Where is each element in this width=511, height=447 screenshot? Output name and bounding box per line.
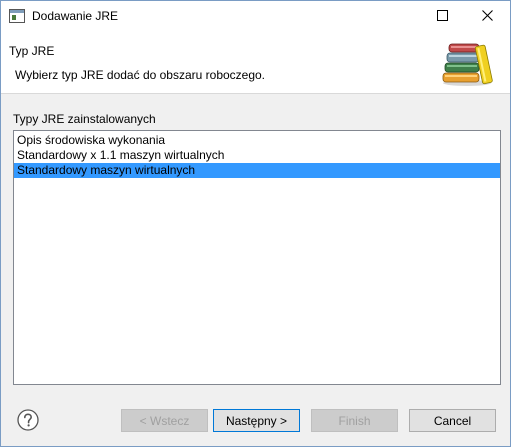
help-icon[interactable] (17, 409, 39, 431)
window-app-icon (9, 9, 25, 23)
back-button[interactable]: < Wstecz (121, 409, 208, 432)
maximize-icon (437, 10, 448, 21)
jre-types-list[interactable]: Opis środowiska wykonania Standardowy x … (13, 130, 501, 385)
window-title: Dodawanie JRE (32, 9, 119, 23)
close-button[interactable] (466, 1, 510, 31)
finish-button[interactable]: Finish (311, 409, 398, 432)
list-item[interactable]: Standardowy x 1.1 maszyn wirtualnych (14, 148, 500, 163)
next-button[interactable]: Następny > (213, 409, 300, 432)
wizard-header: Typ JRE Wybierz typ JRE dodać do obszaru… (1, 31, 510, 94)
library-books-icon (442, 43, 493, 86)
list-item[interactable]: Opis środowiska wykonania (14, 133, 500, 148)
dialog-window: Dodawanie JRE Typ JRE Wybierz typ JRE do… (0, 0, 511, 447)
title-bar[interactable]: Dodawanie JRE (1, 1, 510, 31)
page-title: Typ JRE (9, 44, 55, 58)
jre-types-label: Typy JRE zainstalowanych (13, 112, 156, 126)
list-item-selected[interactable]: Standardowy maszyn wirtualnych (14, 163, 500, 178)
page-description: Wybierz typ JRE dodać do obszaru robocze… (15, 68, 266, 82)
close-icon (482, 10, 493, 21)
maximize-button[interactable] (421, 1, 465, 31)
cancel-button[interactable]: Cancel (409, 409, 496, 432)
